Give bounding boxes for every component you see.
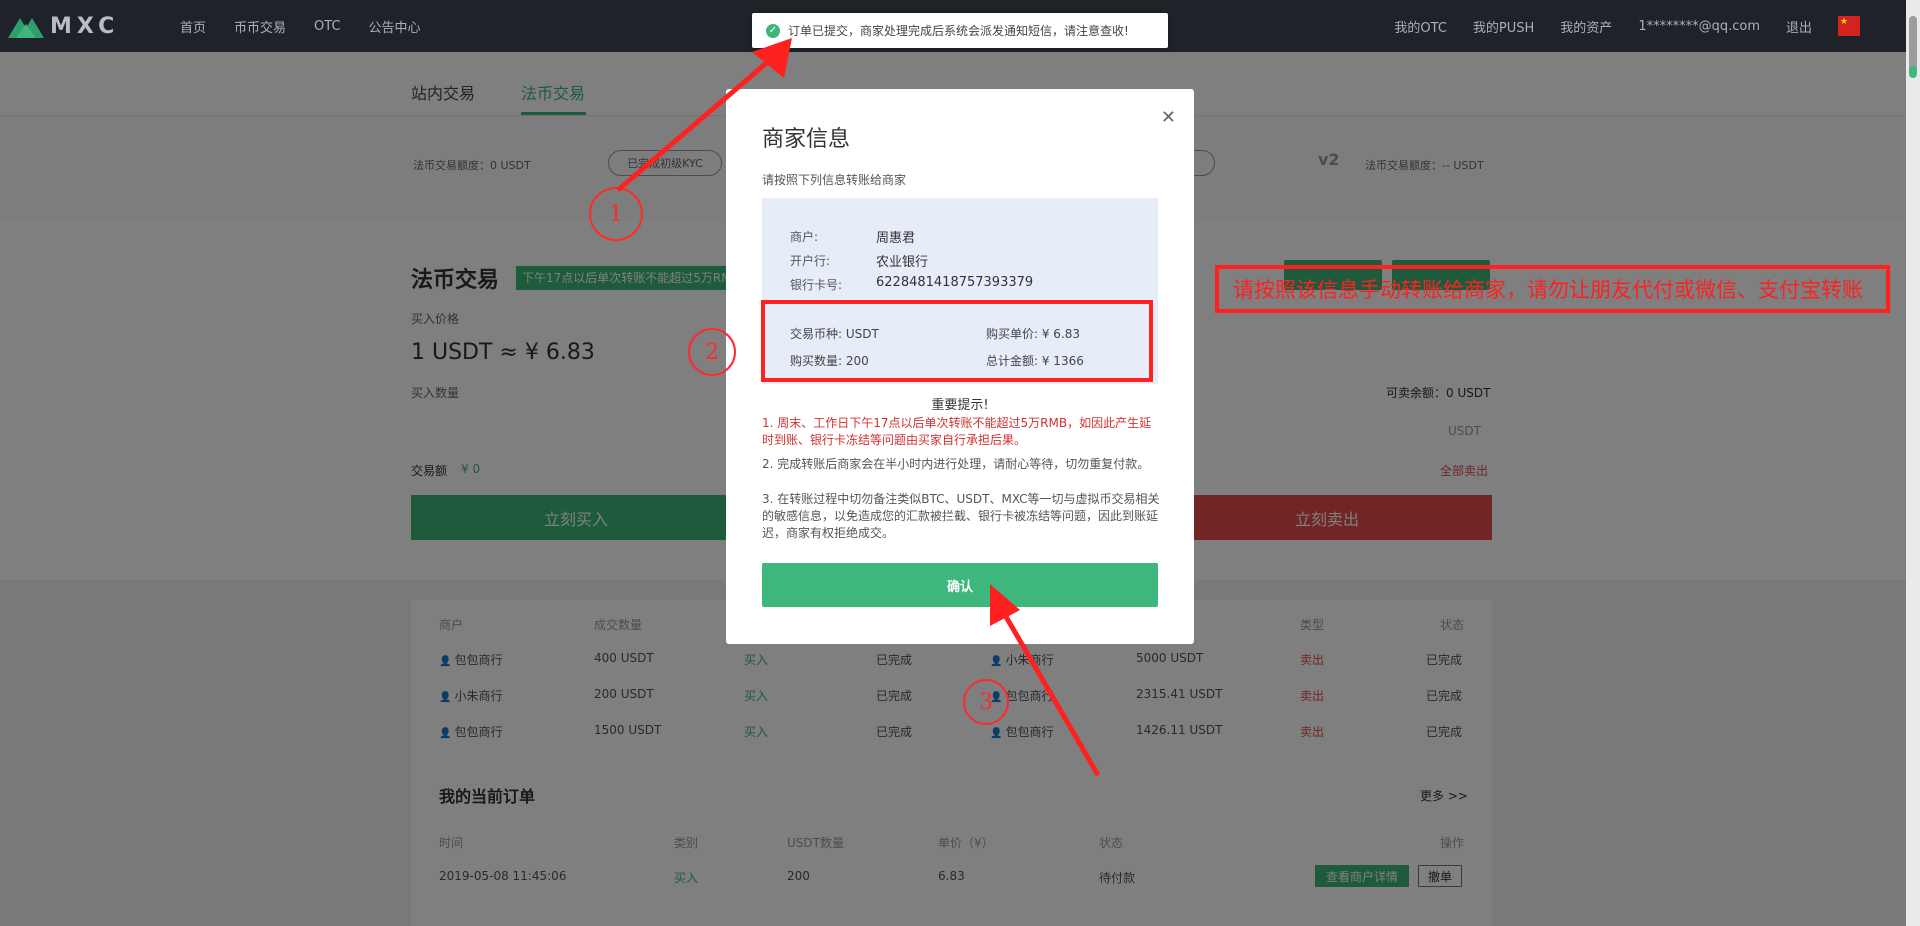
annotation-arrows	[616, 38, 1101, 777]
annotation-arrow-3	[990, 584, 1101, 777]
annotation-arrow-1	[616, 38, 792, 192]
